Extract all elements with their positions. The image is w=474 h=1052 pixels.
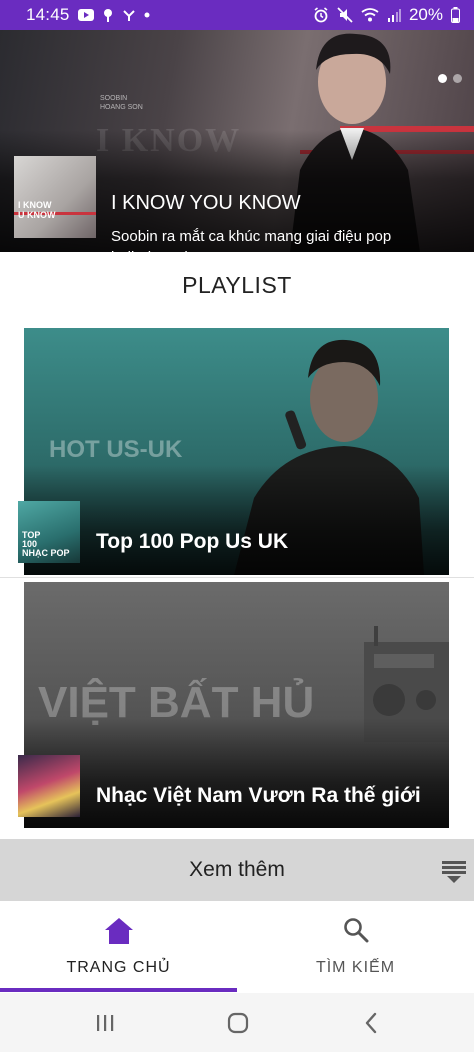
playlist-card-overlay (24, 465, 449, 575)
youtube-icon (77, 9, 94, 21)
banner-artist-tag: SOOBIN HOANG SON (100, 95, 143, 111)
divider (0, 577, 474, 578)
nav-tab-search-label: TÌM KIẾM (315, 959, 396, 976)
banner-title: I KNOW YOU KNOW (111, 192, 301, 214)
see-more-label: Xem thêm (189, 858, 285, 881)
battery-percent: 20% (408, 5, 443, 24)
back-icon[interactable] (360, 1011, 384, 1035)
playlist-card-overlay (24, 718, 449, 828)
featured-banner[interactable]: SOOBIN HOANG SON I KNOW I KNOW U KNOW I … (0, 30, 474, 252)
playlist-card-thumbnail: TOP 100 NHẠC POP (18, 501, 80, 563)
mute-icon (337, 7, 353, 23)
search-icon (343, 918, 368, 943)
battery-icon (451, 7, 460, 23)
nav-tab-home-label: TRANG CHỦ (66, 959, 171, 976)
status-time: 14:45 (26, 5, 70, 24)
playlist-card[interactable]: HOT US-UK Top 100 Pop Us UK (24, 328, 449, 575)
dot-icon (144, 12, 150, 18)
banner-subtitle: Soobin ra mắt ca khúc mang giai điệu pop… (111, 228, 392, 252)
banner-thumbnail-text: I KNOW U KNOW (18, 200, 56, 220)
alarm-icon (313, 7, 329, 23)
expand-more-icon[interactable] (440, 857, 468, 885)
system-navigation-bar (0, 993, 474, 1052)
home-icon (104, 918, 133, 944)
active-tab-indicator (0, 988, 237, 992)
playlist-heading: PLAYLIST (182, 272, 292, 298)
nav-tab-home[interactable]: TRANG CHỦ (0, 901, 237, 993)
system-home-icon[interactable] (226, 1011, 250, 1035)
network-icon (122, 8, 136, 22)
pager-dot-active[interactable] (438, 74, 447, 83)
status-bar: 14:45 20% (0, 0, 474, 30)
playlist-card-title: Nhạc Việt Nam Vươn Ra thế giới (96, 784, 421, 807)
see-more-button[interactable]: Xem thêm (0, 839, 474, 901)
wifi-icon (361, 8, 379, 22)
bottom-navigation: TRANG CHỦ TÌM KIẾM (0, 901, 474, 993)
pager-dot[interactable] (453, 74, 462, 83)
playlist-card-thumbnail (18, 755, 80, 817)
banner-pager (438, 74, 462, 83)
playlist-card-background-text: HOT US-UK (49, 436, 183, 463)
playlist-thumbnail-text: TOP 100 NHẠC POP (22, 530, 70, 558)
banner-thumbnail: I KNOW U KNOW (14, 156, 96, 238)
playlist-card-title: Top 100 Pop Us UK (96, 530, 289, 553)
nav-tab-search[interactable]: TÌM KIẾM (237, 901, 474, 993)
notification-icon (102, 8, 114, 22)
recents-icon[interactable] (93, 1011, 117, 1035)
playlist-card[interactable]: VIỆT BẤT HỦ Nhạc Việt Nam Vươn Ra thế gi… (24, 582, 449, 828)
signal-icon (387, 8, 401, 22)
